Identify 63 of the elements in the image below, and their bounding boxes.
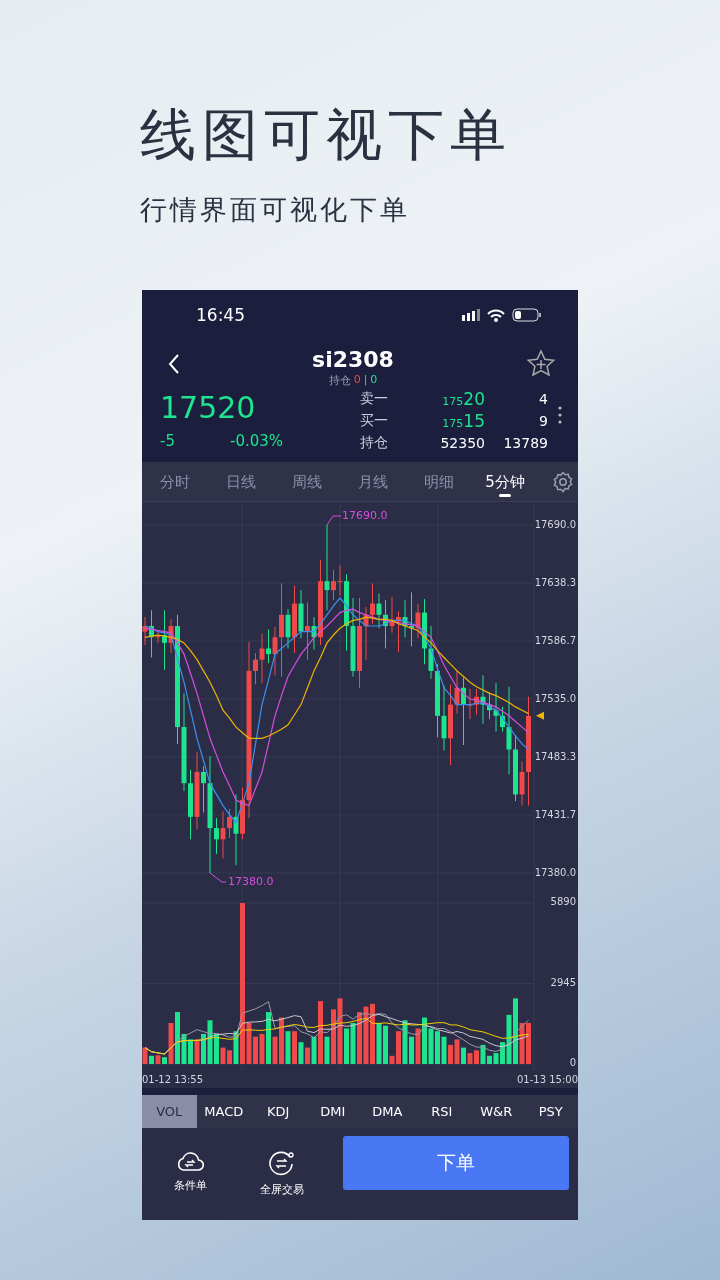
period-tab[interactable]: 5分钟 [472,465,538,498]
conditional-order-button[interactable]: 条件单 [142,1136,238,1193]
indicator-tab[interactable]: RSI [414,1095,469,1128]
indicator-tab[interactable]: W&R [469,1095,524,1128]
quote-price: 17520 [441,389,485,409]
signal-icon [462,309,480,321]
quote-volume: 4 [538,391,548,407]
quote-label: 卖一 [360,390,389,408]
position-label: 持仓 [328,372,351,388]
price-axis-label: 17690.0 [534,519,576,531]
volume-axis-label: 2945 [550,976,576,989]
quote-price: 17515 [441,411,485,431]
indicator-tab[interactable]: KDJ [251,1095,306,1128]
price-marker-icon [536,711,544,720]
position-separator: | [363,372,368,388]
wifi-icon [487,308,505,322]
high-price-label: 17690.0 [342,510,388,522]
subtitle: 行情界面可视化下单 [140,193,411,227]
quote-price: 52350 [439,435,485,451]
price-change: -5 [160,432,176,450]
long-position: 0 [353,372,361,388]
place-order-button[interactable]: 下单 [343,1136,569,1190]
indicator-tab[interactable]: MACD [196,1095,251,1128]
low-price-label: 17380.0 [228,876,274,888]
settings-icon[interactable] [552,470,574,493]
quote-volume: 13789 [502,435,548,451]
end-time-label: 01-13 15:00 [516,1073,578,1085]
indicator-tab[interactable]: PSY [523,1095,578,1128]
contract-title: si2308 [312,346,394,373]
price-axis-label: 17431.7 [534,808,576,821]
period-tab[interactable]: 日线 [208,465,274,498]
quote-label: 持仓 [360,434,389,452]
volume-axis-label: 0 [569,1057,576,1069]
fullscreen-trade-button[interactable]: 全屏交易 [238,1136,326,1197]
price-axis-label: 17483.3 [534,751,576,764]
last-price: 17520 [160,389,257,427]
leader-line [326,515,342,526]
period-tab[interactable]: 分时 [142,465,208,498]
volume-axis-label: 5890 [550,896,576,908]
quote-label: 买一 [360,412,389,430]
price-axis-label: 17638.3 [534,577,576,590]
quote-volume: 9 [538,413,548,429]
price-axis-label: 17586.7 [534,634,576,647]
price-axis-label: 17380.0 [534,867,576,879]
back-icon[interactable] [168,353,180,375]
indicator-tab[interactable]: DMA [360,1095,415,1128]
short-position: 0 [370,372,378,388]
start-time-label: 01-12 13:55 [142,1073,204,1085]
star-plus-icon[interactable] [526,349,556,379]
price-axis-label: 17535.0 [534,693,576,705]
headline: 线图可视下单 [140,101,513,169]
status-time: 16:45 [196,305,246,325]
period-tab[interactable]: 明细 [406,465,472,498]
more-icon[interactable] [558,406,562,424]
battery-icon [512,308,542,322]
leader-line [209,872,227,883]
period-tab[interactable]: 周线 [274,465,340,498]
indicator-tab[interactable]: DMI [305,1095,360,1128]
exchange-circle-icon [268,1150,296,1176]
indicator-tab[interactable]: VOL [142,1095,197,1128]
period-tab[interactable]: 月线 [340,465,406,498]
change-percent: -0.03% [230,432,284,450]
cloud-icon [176,1150,204,1172]
